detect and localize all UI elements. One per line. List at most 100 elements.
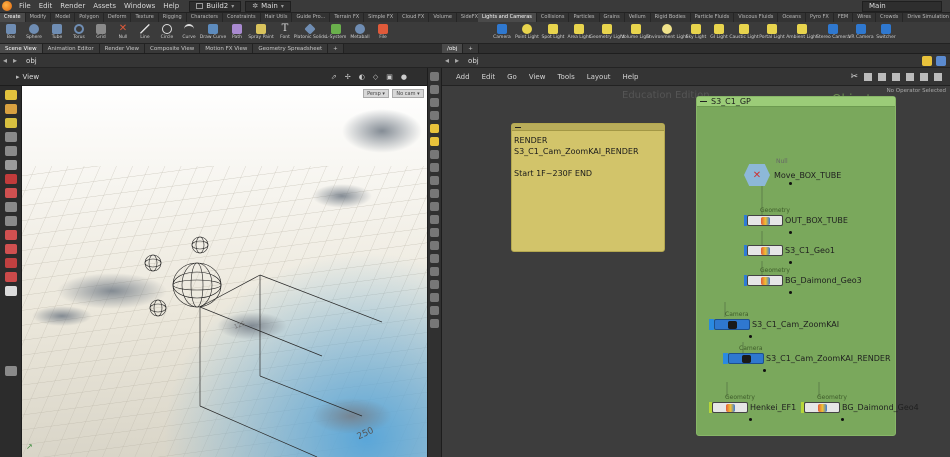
menu-assets[interactable]: Assets xyxy=(89,2,120,10)
point-display-icon[interactable] xyxy=(430,150,439,159)
tool-null[interactable]: ✕ Null xyxy=(112,22,134,43)
path-obj-left[interactable]: obj xyxy=(26,57,37,65)
add-tab-button[interactable]: + xyxy=(328,44,344,53)
tab-obj-network[interactable]: /obj xyxy=(442,44,464,53)
tool-geometry-light[interactable]: Geometry Light xyxy=(589,22,625,43)
shelf-tab-pyro-fx[interactable]: Pyro FX xyxy=(806,13,834,22)
net-menu-tools[interactable]: Tools xyxy=(551,73,580,81)
tool-file[interactable]: File xyxy=(372,22,394,43)
tool-box[interactable]: Box xyxy=(0,22,22,43)
tool-gi-light[interactable]: GI Light xyxy=(708,22,730,43)
transform-tool-icon[interactable] xyxy=(4,104,17,114)
shelf-tab-viscous-fluids[interactable]: Viscous Fluids xyxy=(734,13,779,22)
menu-render[interactable]: Render xyxy=(56,2,89,10)
handles-tool-icon[interactable] xyxy=(4,258,17,268)
shelf-tab-simple-fx[interactable]: Simple FX xyxy=(364,13,399,22)
desktop-dropdown[interactable]: Build2 ▾ xyxy=(189,0,242,12)
tab-composite-view[interactable]: Composite View xyxy=(145,44,201,53)
tool-vr-camera[interactable]: VR Camera xyxy=(848,22,874,43)
shelf-tab-modify[interactable]: Modify xyxy=(26,13,52,22)
sticky-note-render[interactable]: RENDER S3_C1_Cam_ZoomKAI_RENDER Start 1F… xyxy=(511,123,665,252)
shelf-tab-hair-utils[interactable]: Hair Utils xyxy=(261,13,293,22)
background-icon[interactable] xyxy=(430,111,439,120)
rotate-tool-icon[interactable] xyxy=(4,118,17,128)
color-palette-icon[interactable] xyxy=(892,72,900,81)
shelf-tab-particles[interactable]: Particles xyxy=(569,13,600,22)
camera-tool-icon[interactable] xyxy=(4,216,17,226)
tab-render-view[interactable]: Render View xyxy=(99,44,146,53)
shelf-tab-rigid-bodies[interactable]: Rigid Bodies xyxy=(651,13,691,22)
shelf-tab-polygon[interactable]: Polygon xyxy=(75,13,104,22)
session-dropdown[interactable]: Main xyxy=(862,0,942,12)
shape-palette-icon[interactable] xyxy=(906,72,914,81)
network-editor[interactable]: Education Edition Objects No Operator Se… xyxy=(442,86,950,457)
tool-tube[interactable]: Tube xyxy=(46,22,68,43)
menu-help[interactable]: Help xyxy=(159,2,183,10)
display-options-icon[interactable] xyxy=(430,72,439,81)
tool-area-light[interactable]: Area Light xyxy=(566,22,592,43)
shelf-tab-rigging[interactable]: Rigging xyxy=(159,13,187,22)
shadow-icon[interactable] xyxy=(430,137,439,146)
camera-dropdown[interactable]: No cam ▾ xyxy=(392,89,424,98)
vertex-display-icon[interactable] xyxy=(430,189,439,198)
list-view-icon[interactable] xyxy=(878,72,886,81)
tool-point-light[interactable]: Point Light xyxy=(514,22,540,43)
uv-display-icon[interactable] xyxy=(430,202,439,211)
shelf-tab-characters[interactable]: Characters xyxy=(187,13,224,22)
node-move-box-tube[interactable]: ✕ Move_BOX_TUBE Null xyxy=(744,158,841,186)
network-box[interactable]: S3_C1_GP ✕ Move_BOX_TUBE Null OUT_BOX_TU… xyxy=(696,96,919,436)
tab-animation-editor[interactable]: Animation Editor xyxy=(42,44,100,53)
lock-icon[interactable] xyxy=(4,160,17,170)
tab-geometry-spreadsheet[interactable]: Geometry Spreadsheet xyxy=(253,44,329,53)
context-dropdown[interactable]: ✲ Main ▾ xyxy=(245,0,291,12)
minimize-icon[interactable] xyxy=(700,101,707,102)
tab-scene-view[interactable]: Scene View xyxy=(0,44,43,53)
tool-spray-paint[interactable]: Spray Paint xyxy=(248,22,274,43)
forward-icon[interactable]: ▸ xyxy=(452,56,462,65)
persp-dropdown[interactable]: Persp ▾ xyxy=(363,89,389,98)
prim-display-icon[interactable] xyxy=(430,163,439,172)
normal-display-icon[interactable] xyxy=(430,176,439,185)
tool-portal-light[interactable]: Portal Light xyxy=(758,22,786,43)
menu-file[interactable]: File xyxy=(15,2,35,10)
net-menu-help[interactable]: Help xyxy=(617,73,645,81)
shelf-tab-fem[interactable]: FEM xyxy=(834,13,854,22)
pose-tool-icon[interactable] xyxy=(4,272,17,282)
back-icon[interactable]: ◂ xyxy=(0,56,10,65)
menu-edit[interactable]: Edit xyxy=(35,2,57,10)
net-menu-edit[interactable]: Edit xyxy=(476,73,502,81)
shelf-tab-lights-cameras[interactable]: Lights and Cameras xyxy=(478,13,537,22)
template-icon[interactable] xyxy=(430,267,439,276)
snapping-tool-icon[interactable] xyxy=(4,230,17,240)
shelf-tab-create[interactable]: Create xyxy=(0,13,26,22)
menu-windows[interactable]: Windows xyxy=(120,2,159,10)
tab-motion-fx-view[interactable]: Motion FX View xyxy=(200,44,254,53)
net-menu-go[interactable]: Go xyxy=(501,73,523,81)
grid-view-icon[interactable] xyxy=(864,72,872,81)
pose-icon[interactable]: ✢ xyxy=(345,73,351,81)
link-icon[interactable] xyxy=(936,55,946,66)
shelf-tab-oceans[interactable]: Oceans xyxy=(778,13,806,22)
tool-caustic-light[interactable]: Caustic Light xyxy=(729,22,759,43)
tool-grid[interactable]: Grid xyxy=(90,22,112,43)
render-region-icon[interactable] xyxy=(430,306,439,315)
sticky-note-titlebar[interactable] xyxy=(512,124,664,131)
tool-torus[interactable]: Torus xyxy=(68,22,90,43)
tool-path[interactable]: Path xyxy=(226,22,248,43)
back-icon[interactable]: ◂ xyxy=(442,56,452,65)
tool-switcher[interactable]: Switcher xyxy=(874,22,898,43)
tool-environment-light[interactable]: Environment Light xyxy=(646,22,688,43)
scale-tool-icon[interactable] xyxy=(4,132,17,142)
tool-platonic-solids[interactable]: Platonic Solids xyxy=(294,22,326,43)
tool-spot-light[interactable]: Spot Light xyxy=(540,22,566,43)
flipbook-icon[interactable] xyxy=(430,319,439,328)
tool-font[interactable]: T Font xyxy=(274,22,296,43)
view-tool-icon[interactable] xyxy=(4,202,17,212)
tools-icon[interactable]: ✂ xyxy=(850,72,858,82)
shelf-tab-constraints[interactable]: Constraints xyxy=(223,13,261,22)
light-icon[interactable] xyxy=(430,124,439,133)
shelf-tab-grains[interactable]: Grains xyxy=(600,13,625,22)
node-s3-c1-cam-zoomkai-render[interactable]: S3_C1_Cam_ZoomKAI_RENDER Camera xyxy=(723,345,891,364)
tool-line[interactable]: Line xyxy=(134,22,156,43)
node-s3-c1-geo1[interactable]: S3_C1_Geo1 xyxy=(744,245,835,256)
